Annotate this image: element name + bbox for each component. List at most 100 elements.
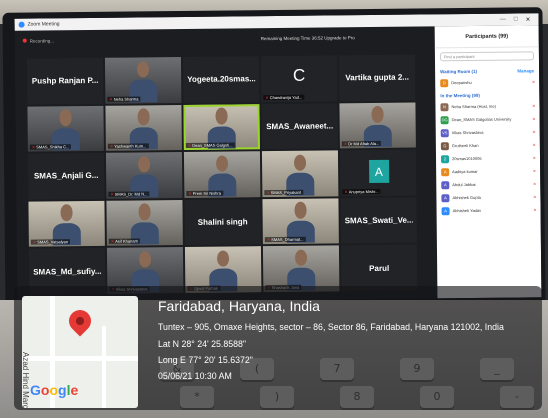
location-map: Azad Hind Marg Google xyxy=(22,296,138,408)
video-tile[interactable]: Pushp Ranjan P... xyxy=(26,57,104,105)
avatar: VS xyxy=(440,128,449,137)
participant-name: Dean_SMAS Galgotias University xyxy=(451,116,512,123)
participant-name: Dean_SMAS Galgoti... xyxy=(192,142,233,149)
video-tile[interactable]: ✕Prem Sri Nishra xyxy=(183,151,261,198)
participant-row[interactable]: A Abhishek Yadav ✕ xyxy=(436,203,540,217)
tile-name-label: ✕SMAS_Priyakant xyxy=(264,189,303,195)
participant-name: Abdul Jabbar xyxy=(452,181,476,188)
video-tile[interactable]: Shalini singh xyxy=(184,198,261,246)
minimize-button[interactable]: — xyxy=(500,16,506,23)
participant-name: Chandravija Yad... xyxy=(269,94,303,100)
muted-mic-icon[interactable]: ✕ xyxy=(532,103,535,108)
muted-mic-icon[interactable]: ✕ xyxy=(533,168,536,173)
location-pin-icon xyxy=(64,305,96,337)
muted-mic-icon: ✕ xyxy=(265,94,269,100)
in-meeting-label: In the Meeting (99) xyxy=(440,92,480,99)
tile-display-name: Shalini singh xyxy=(197,217,248,227)
participant-row[interactable]: 2 20smas1010006 ✕ xyxy=(436,151,540,165)
participant-name: Abhishek Yadav xyxy=(452,207,482,214)
video-tile[interactable]: Yogeeta.20smas... xyxy=(182,56,260,103)
avatar: A xyxy=(441,206,450,215)
muted-mic-icon[interactable]: ✕ xyxy=(533,194,536,199)
participant-name: Neha Sharma (Host, me) xyxy=(451,103,496,110)
participant-row[interactable]: G Grutheeli Khan ✕ xyxy=(436,138,540,152)
geotag-address: Tuntex – 905, Omaxe Heights, sector – 86… xyxy=(158,322,504,332)
muted-mic-icon: ✕ xyxy=(109,96,113,102)
muted-mic-icon: ✕ xyxy=(31,144,36,150)
recording-icon xyxy=(22,38,27,43)
video-tile[interactable]: ✕SMAS_Dr. Md N... xyxy=(105,152,183,199)
muted-mic-icon[interactable]: ✕ xyxy=(532,129,535,134)
video-tile[interactable]: C ✕Chandravija Yad... xyxy=(260,55,338,102)
video-tile[interactable]: ✕Asif Khanam xyxy=(106,199,183,247)
participant-row[interactable]: A Abdul Jabbar ✕ xyxy=(436,177,540,191)
close-button[interactable]: ✕ xyxy=(525,16,531,23)
avatar: N xyxy=(440,102,449,111)
video-tile[interactable]: ✕Dean_SMAS Galgoti... xyxy=(183,103,260,151)
muted-mic-icon[interactable]: ✕ xyxy=(532,116,535,121)
tile-display-name: SMAS_Awaneet... xyxy=(266,121,334,131)
waiting-room-label: Waiting Room (1) xyxy=(440,68,477,75)
video-tile[interactable]: ✕SMAS_Shikha C... xyxy=(27,105,104,152)
tile-name-label: ✕SMAS_Dharmat... xyxy=(264,237,306,243)
tile-name-label: ✕Dr Md Aftab Ala... xyxy=(341,141,382,147)
video-tile[interactable]: ✕Dr Md Aftab Ala... xyxy=(339,102,416,149)
tile-name-label: ✕SMAS_Shikha C... xyxy=(29,144,72,150)
manage-button[interactable]: Manage xyxy=(517,68,534,73)
tile-name-label: ✕SMAS_Vatsalyan xyxy=(30,239,71,245)
tile-name-label: ✕Yashwanth Kum... xyxy=(107,143,149,149)
participants-panel: Participants (99) Find a participant Wai… xyxy=(434,25,542,299)
tile-name-label: ✕Anupriya Mishr... xyxy=(342,188,381,195)
video-tile[interactable]: ✕Neha Sharma xyxy=(104,57,182,104)
participant-search-input[interactable]: Find a participant xyxy=(439,51,534,62)
video-tile[interactable]: Parul xyxy=(340,244,418,292)
avatar: 2 xyxy=(440,154,450,163)
tile-display-name: SMAS_Swati_Ve... xyxy=(344,215,413,226)
participant-name: Grutheeli Khan xyxy=(451,142,479,149)
muted-mic-icon[interactable]: ✕ xyxy=(533,155,536,160)
muted-mic-icon: ✕ xyxy=(32,239,37,245)
participant-name: Abhishek Gupta xyxy=(452,194,481,201)
participant-name: Neha Sharma xyxy=(113,96,139,102)
geotag-city: Faridabad, Haryana, India xyxy=(158,298,320,314)
participant-name: SMAS_Dr. Md N... xyxy=(114,191,148,197)
participant-row[interactable]: VS Vikas Shrivastava ✕ xyxy=(436,125,540,139)
tile-name-label: ✕SMAS_Dr. Md N... xyxy=(108,191,150,197)
video-tile[interactable]: ✕SMAS_Dharmat... xyxy=(262,198,339,245)
google-logo: Google xyxy=(30,382,79,398)
geotag-datetime: 05/06/21 10:30 AM xyxy=(158,371,232,381)
recording-label[interactable]: Recording... xyxy=(30,38,54,43)
time-remaining-banner[interactable]: Remaining Meeting Time 36:52 Upgrade to … xyxy=(261,35,355,41)
map-road xyxy=(102,326,106,408)
muted-mic-icon[interactable]: ✕ xyxy=(532,142,535,147)
tile-display-name: Vartika gupta 2... xyxy=(345,72,409,83)
participant-row[interactable]: DG Dean_SMAS Galgotias University ✕ xyxy=(436,112,540,126)
video-tile[interactable]: A ✕Anupriya Mishr... xyxy=(339,149,417,197)
participant-name: Anupriya Mishr... xyxy=(348,188,379,195)
avatar: DG xyxy=(440,115,449,124)
tile-name-label: ✕Prem Sri Nishra xyxy=(186,190,223,196)
video-tile[interactable]: ✕SMAS_Priyakant xyxy=(261,150,339,197)
muted-mic-icon[interactable]: ✕ xyxy=(532,79,535,84)
muted-mic-icon[interactable]: ✕ xyxy=(533,207,536,212)
muted-mic-icon: ✕ xyxy=(110,191,114,197)
muted-mic-icon: ✕ xyxy=(266,189,270,195)
participant-row[interactable]: N Neha Sharma (Host, me) ✕ xyxy=(435,99,539,113)
video-tile[interactable]: SMAS_Awaneet... xyxy=(261,102,338,150)
avatar: G xyxy=(440,141,449,150)
muted-mic-icon[interactable]: ✕ xyxy=(533,181,536,186)
maximize-button[interactable]: □ xyxy=(514,16,518,23)
video-tile[interactable]: SMAS_Anjali G... xyxy=(27,153,105,200)
avatar: A xyxy=(441,193,450,202)
video-tile[interactable]: SMAS_Swati_Ve... xyxy=(340,197,417,244)
video-tile[interactable]: ✕Yashwanth Kum... xyxy=(105,104,182,151)
avatar: D xyxy=(440,78,449,87)
participant-row[interactable]: A Aaditya kumar ✕ xyxy=(436,164,540,178)
muted-mic-icon: ✕ xyxy=(344,189,348,195)
participant-row[interactable]: D Deepanshu ✕ xyxy=(435,75,539,89)
video-tile[interactable]: Vartika gupta 2... xyxy=(338,54,416,101)
muted-mic-icon: ✕ xyxy=(188,190,192,196)
participant-name: SMAS_Priyakant xyxy=(270,189,301,195)
video-tile[interactable]: ✕SMAS_Vatsalyan xyxy=(28,200,105,248)
participant-row[interactable]: A Abhishek Gupta ✕ xyxy=(436,190,540,204)
